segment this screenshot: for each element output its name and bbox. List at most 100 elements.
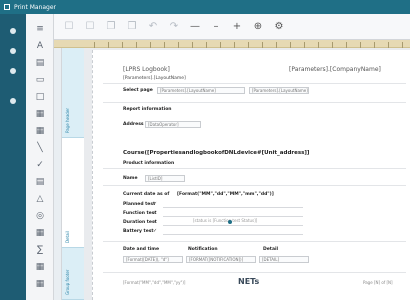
divider bbox=[103, 168, 406, 169]
ruler-tick bbox=[360, 42, 361, 48]
toolbar: ☐ ☐ ❐ ❒ ↶ ↷ — – + ⊕ ⚙ bbox=[54, 14, 410, 40]
tool-icon[interactable]: ▦ bbox=[34, 126, 46, 137]
rail-item-icon[interactable] bbox=[10, 48, 16, 54]
tool-icon[interactable]: ≡ bbox=[34, 24, 46, 35]
tool-icon[interactable]: ╲ bbox=[34, 143, 46, 154]
rail-item-icon[interactable] bbox=[10, 28, 16, 34]
line-icon[interactable]: – bbox=[209, 20, 223, 34]
layout-name-field[interactable]: [Parameters].[LayoutName] bbox=[123, 76, 186, 81]
report-page[interactable]: [LPRS Logbook] [Parameters].[CompanyName… bbox=[92, 50, 410, 300]
ruler-tick bbox=[304, 42, 305, 48]
ruler-tick bbox=[262, 42, 263, 48]
ruler-tick bbox=[150, 42, 151, 48]
ruler-tick bbox=[388, 42, 389, 48]
footer-date-field[interactable]: [Format("MM","dd","MM","yy")] bbox=[123, 280, 186, 285]
minus-icon[interactable]: — bbox=[188, 20, 202, 34]
function-test-check[interactable]: ✓ bbox=[153, 210, 157, 216]
left-rail bbox=[0, 14, 26, 300]
divider bbox=[103, 185, 406, 186]
current-date-field[interactable]: [Format("MM","dd","MM","mm","dd")] bbox=[177, 192, 274, 197]
select-page-field-2[interactable]: [Parameters].[LayoutName] bbox=[249, 87, 309, 94]
col-header-date: Date and time bbox=[123, 247, 160, 252]
ruler-tick bbox=[290, 42, 291, 48]
ruler-tick bbox=[122, 42, 123, 48]
tool-icon[interactable]: ▦ bbox=[34, 262, 46, 273]
band-detail[interactable]: Detail bbox=[62, 138, 84, 248]
band-label: Group footer bbox=[65, 269, 70, 295]
report-title[interactable]: Course([PropertiesandlogbookofDNLdevice#… bbox=[123, 150, 309, 156]
ruler-tick bbox=[318, 42, 319, 48]
redo-icon[interactable]: ↷ bbox=[167, 20, 181, 34]
tool-icon[interactable]: ✓ bbox=[34, 160, 46, 171]
band-label: Page header bbox=[65, 107, 70, 133]
ruler-tick bbox=[108, 42, 109, 48]
tool-icon[interactable]: ▦ bbox=[34, 228, 46, 239]
duration-test-check[interactable]: ✓ bbox=[153, 219, 157, 225]
tool-icon[interactable]: ▤ bbox=[34, 58, 46, 69]
company-placeholder[interactable]: [Parameters].[CompanyName] bbox=[289, 66, 381, 73]
add-field-icon[interactable]: ⊕ bbox=[251, 20, 265, 34]
row-line bbox=[163, 207, 303, 208]
tool-icon[interactable]: □ bbox=[34, 92, 46, 103]
add-icon[interactable]: + bbox=[230, 20, 244, 34]
notification-value-field[interactable]: [FORMAT([NOTIFICATION])] bbox=[186, 256, 256, 263]
divider bbox=[103, 102, 406, 103]
ruler-tick bbox=[374, 42, 375, 48]
date-value-field[interactable]: [Format([DATE]), "d"] bbox=[123, 256, 183, 263]
save-icon[interactable]: ☐ bbox=[62, 20, 76, 34]
select-page-label: Select page bbox=[123, 88, 153, 93]
name-label: Name bbox=[123, 176, 138, 181]
address-field[interactable]: [DataOperator] bbox=[145, 121, 201, 128]
tool-icon[interactable]: ▦ bbox=[34, 109, 46, 120]
tool-icon[interactable]: A bbox=[34, 41, 46, 52]
vertical-ruler bbox=[54, 48, 62, 300]
tool-icon[interactable]: ▭ bbox=[34, 75, 46, 86]
tool-icon[interactable]: ▦ bbox=[34, 279, 46, 290]
tool-icon[interactable]: ∑ bbox=[34, 245, 46, 256]
col-header-detail: Detail bbox=[263, 247, 279, 252]
duration-test-label: Duration test bbox=[123, 220, 157, 225]
resize-handle[interactable] bbox=[228, 220, 232, 224]
planned-test-check[interactable]: ✓ bbox=[153, 201, 157, 207]
settings-icon[interactable]: ⚙ bbox=[272, 20, 286, 34]
detail-value-field[interactable]: [DETAIL] bbox=[259, 256, 309, 263]
report-section-title: Report information bbox=[123, 107, 172, 112]
ruler-tick bbox=[164, 42, 165, 48]
ruler-tick bbox=[346, 42, 347, 48]
battery-test-check[interactable]: ✓ bbox=[153, 228, 157, 234]
band-sidebar: Page header Detail Group footer bbox=[62, 48, 84, 300]
band-group-footer[interactable]: Group footer bbox=[62, 248, 84, 300]
copy-icon[interactable]: ❐ bbox=[104, 20, 118, 34]
undo-icon[interactable]: ↶ bbox=[146, 20, 160, 34]
band-label: Detail bbox=[65, 231, 70, 243]
save-as-icon[interactable]: ☐ bbox=[83, 20, 97, 34]
tool-icon[interactable]: △ bbox=[34, 194, 46, 205]
ruler-tick bbox=[234, 42, 235, 48]
function-test-note: [status is [Function test Status]] bbox=[193, 218, 258, 223]
address-label: Address bbox=[123, 122, 144, 127]
tool-icon[interactable]: ◎ bbox=[34, 211, 46, 222]
row-line bbox=[163, 225, 303, 226]
ruler-tick bbox=[94, 42, 95, 48]
name-field[interactable]: [ListID] bbox=[145, 175, 185, 182]
paste-icon[interactable]: ❒ bbox=[125, 20, 139, 34]
row-line bbox=[163, 234, 303, 235]
band-page-header[interactable]: Page header bbox=[62, 48, 84, 138]
ruler-tick bbox=[192, 42, 193, 48]
logo-placeholder[interactable]: [LPRS Logbook] bbox=[123, 66, 170, 73]
function-test-label: Function test bbox=[123, 211, 157, 216]
current-date-label: Current date as of bbox=[123, 192, 170, 197]
footer-page-number[interactable]: Page [N] of [N] bbox=[363, 280, 393, 285]
rail-item-icon[interactable] bbox=[10, 98, 16, 104]
tool-icon[interactable]: ▤ bbox=[34, 177, 46, 188]
row-line bbox=[163, 216, 303, 217]
rail-item-icon[interactable] bbox=[10, 68, 16, 74]
footer-logo: NETs bbox=[238, 277, 260, 286]
divider bbox=[103, 241, 406, 242]
ruler-tick bbox=[206, 42, 207, 48]
ruler-tick bbox=[276, 42, 277, 48]
ruler-tick bbox=[178, 42, 179, 48]
ruler-tick bbox=[402, 42, 403, 48]
select-page-field[interactable]: [Parameters].[LayoutName] bbox=[157, 87, 245, 94]
ruler-tick bbox=[220, 42, 221, 48]
